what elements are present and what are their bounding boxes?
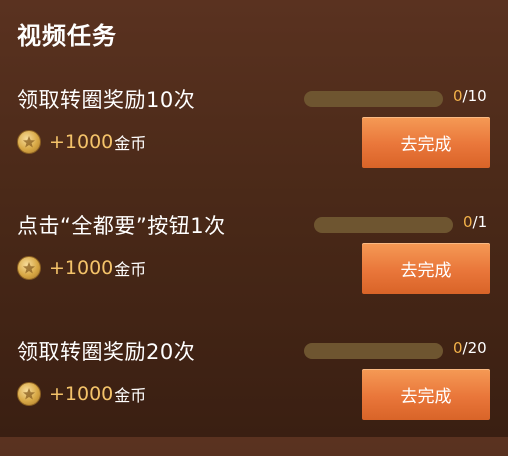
go-complete-button[interactable]: 去完成 [362, 369, 490, 420]
reward-unit: 金币 [114, 260, 147, 279]
task-progress-current: 0 [453, 87, 463, 105]
task-progress-bar [314, 217, 453, 233]
task-progress-text: 0/20 [453, 339, 487, 357]
task-progress-current: 0 [463, 213, 473, 231]
task-progress-total: /20 [462, 339, 487, 357]
task-progress-total: /1 [472, 213, 488, 231]
task-reward: +1000 金币 [17, 254, 146, 282]
task-name: 点击“全都要”按钮1次 [17, 214, 226, 238]
reward-amount: +1000 [49, 383, 114, 405]
go-complete-button[interactable]: 去完成 [362, 243, 490, 294]
task-item: 领取转圈奖励20次 0/20 +1000 金币 去完成 [0, 336, 508, 456]
task-name: 领取转圈奖励10次 [17, 88, 196, 112]
task-reward: +1000 金币 [17, 380, 146, 408]
reward-unit: 金币 [114, 134, 147, 153]
task-progress-bar [304, 91, 443, 107]
task-progress-total: /10 [462, 87, 487, 105]
task-item: 领取转圈奖励10次 0/10 +1000 金币 去完成 [0, 84, 508, 204]
video-tasks-panel: 视频任务 领取转圈奖励10次 0/10 +1000 金币 去完成 点击“全都要”… [0, 0, 508, 437]
go-complete-button[interactable]: 去完成 [362, 117, 490, 168]
task-item: 点击“全都要”按钮1次 0/1 +1000 金币 去完成 [0, 210, 508, 330]
task-reward: +1000 金币 [17, 128, 146, 156]
coin-icon [17, 130, 41, 154]
panel-title: 视频任务 [17, 22, 117, 50]
task-progress-text: 0/10 [453, 87, 487, 105]
coin-icon [17, 382, 41, 406]
task-progress-text: 0/1 [463, 213, 487, 231]
task-name: 领取转圈奖励20次 [17, 340, 196, 364]
reward-unit: 金币 [114, 386, 147, 405]
reward-amount: +1000 [49, 257, 114, 279]
coin-icon [17, 256, 41, 280]
task-progress-current: 0 [453, 339, 463, 357]
reward-amount: +1000 [49, 131, 114, 153]
task-progress-bar [304, 343, 443, 359]
